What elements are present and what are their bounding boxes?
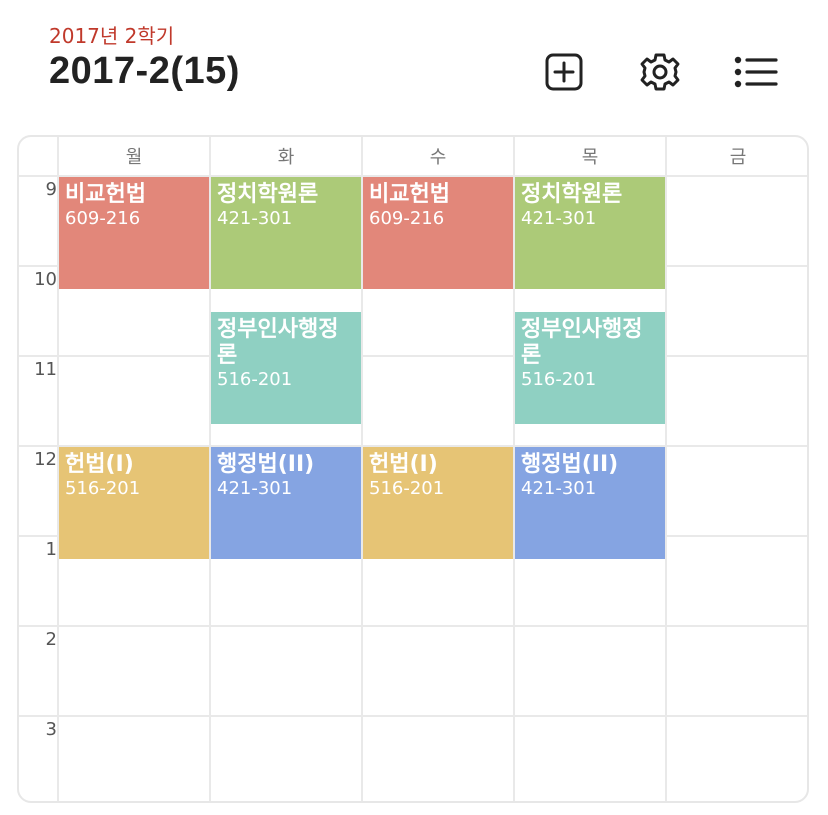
- hour-label: 10: [34, 269, 57, 290]
- course-block[interactable]: 정치학원론 421-301: [211, 177, 361, 289]
- course-block[interactable]: 정치학원론 421-301: [515, 177, 665, 289]
- course-name: 비교헌법: [65, 182, 146, 207]
- course-room: 516-201: [217, 369, 293, 390]
- course-block[interactable]: 정부인사행정 론 516-201: [211, 312, 361, 424]
- semester-label: 2017년 2학기: [49, 24, 175, 48]
- course-name: 헌법(I): [369, 452, 438, 477]
- grid-line: [19, 625, 807, 627]
- grid-line: [19, 355, 807, 357]
- list-view-button[interactable]: [732, 48, 780, 96]
- course-room: 421-301: [217, 208, 293, 229]
- course-room: 516-201: [369, 478, 445, 499]
- course-block[interactable]: 비교헌법 609-216: [363, 177, 513, 289]
- add-square-icon: [545, 53, 583, 91]
- settings-button[interactable]: [636, 48, 684, 96]
- course-room: 609-216: [65, 208, 141, 229]
- course-room: 421-301: [521, 208, 597, 229]
- course-block[interactable]: 정부인사행정 론 516-201: [515, 312, 665, 424]
- day-header-fri: 금: [729, 147, 747, 168]
- grid-line: [19, 715, 807, 717]
- course-name: 정치학원론: [217, 182, 319, 207]
- course-name: 정치학원론: [521, 182, 623, 207]
- course-room: 516-201: [65, 478, 141, 499]
- course-room: 516-201: [521, 369, 597, 390]
- course-name: 정부인사행정 론: [217, 317, 339, 368]
- course-room: 609-216: [369, 208, 445, 229]
- grid-line: [665, 137, 667, 801]
- course-name: 헌법(I): [65, 452, 134, 477]
- course-name: 비교헌법: [369, 182, 450, 207]
- course-block[interactable]: 행정법(II) 421-301: [515, 447, 665, 559]
- hour-label: 1: [45, 539, 57, 560]
- add-course-button[interactable]: [540, 48, 588, 96]
- day-header-wed: 수: [429, 147, 447, 168]
- course-block[interactable]: 헌법(I) 516-201: [363, 447, 513, 559]
- timetable-title[interactable]: 2017-2(15): [49, 50, 240, 93]
- timetable-grid: 월 화 수 목 금 9 10 11 12 1 2 3 비교헌법 609-216 …: [17, 135, 809, 803]
- hour-label: 3: [45, 719, 57, 740]
- day-header-tue: 화: [277, 147, 295, 168]
- course-name: 정부인사행정 론: [521, 317, 643, 368]
- day-header-thu: 목: [581, 147, 599, 168]
- list-icon: [734, 56, 778, 88]
- course-block[interactable]: 헌법(I) 516-201: [59, 447, 209, 559]
- course-room: 421-301: [217, 478, 293, 499]
- course-block[interactable]: 비교헌법 609-216: [59, 177, 209, 289]
- hour-label: 9: [45, 179, 57, 200]
- course-name: 행정법(II): [217, 452, 315, 477]
- day-header-mon: 월: [125, 147, 143, 168]
- hour-label: 11: [34, 359, 57, 380]
- course-name: 행정법(II): [521, 452, 619, 477]
- course-room: 421-301: [521, 478, 597, 499]
- course-block[interactable]: 행정법(II) 421-301: [211, 447, 361, 559]
- hour-label: 12: [34, 449, 57, 470]
- hour-label: 2: [45, 629, 57, 650]
- gear-icon: [640, 53, 680, 91]
